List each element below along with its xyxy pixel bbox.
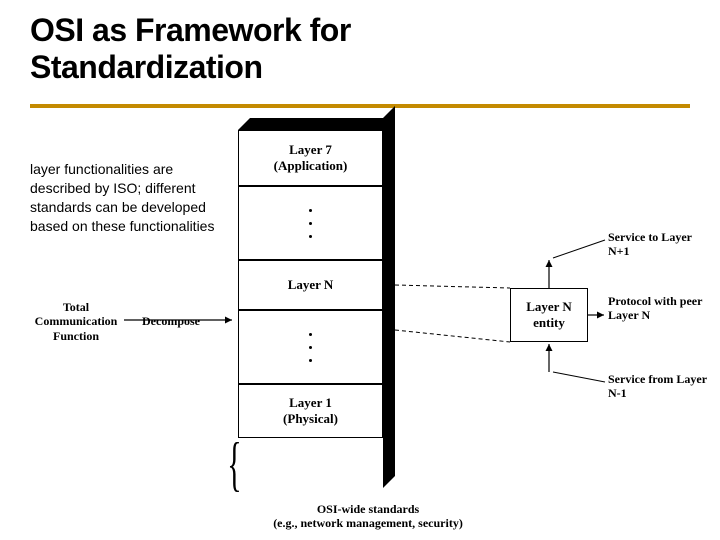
layer-7-label: Layer 7 bbox=[243, 142, 378, 158]
layer-1-sublabel: (Physical) bbox=[243, 411, 378, 427]
layer-n-entity-box: Layer N entity bbox=[510, 288, 588, 342]
title-line-1: OSI as Framework for bbox=[30, 12, 351, 48]
title-line-2: Standardization bbox=[30, 49, 263, 85]
brace-icon: { bbox=[227, 430, 241, 499]
dot-icon bbox=[309, 235, 312, 238]
dot-icon bbox=[309, 346, 312, 349]
bottom-caption: OSI-wide standards (e.g., network manage… bbox=[238, 502, 498, 531]
service-to-label: Service to Layer N+1 bbox=[608, 230, 708, 259]
entity-line-1: Layer N bbox=[511, 299, 587, 315]
title-underline bbox=[30, 104, 690, 108]
stack-3d-side bbox=[383, 106, 395, 488]
description-text: layer functionalities are described by I… bbox=[30, 160, 235, 236]
entity-line-2: entity bbox=[511, 315, 587, 331]
layer-7-sublabel: (Application) bbox=[243, 158, 378, 174]
caption-line-2: (e.g., network management, security) bbox=[273, 516, 463, 530]
service-from-label: Service from Layer N-1 bbox=[608, 372, 713, 401]
stack-3d-top bbox=[238, 118, 395, 130]
caption-line-1: OSI-wide standards bbox=[317, 502, 419, 516]
dot-icon bbox=[309, 359, 312, 362]
upper-ellipsis-box bbox=[238, 186, 383, 260]
layer-n-label: Layer N bbox=[288, 277, 334, 293]
total-communication-label: Total Communication Function bbox=[30, 300, 122, 343]
dot-icon bbox=[309, 209, 312, 212]
lower-ellipsis-box bbox=[238, 310, 383, 384]
layer-1-label: Layer 1 bbox=[243, 395, 378, 411]
decompose-label: Decompose bbox=[142, 314, 222, 328]
dot-icon bbox=[309, 222, 312, 225]
layer-7-box: Layer 7 (Application) bbox=[238, 130, 383, 186]
dot-icon bbox=[309, 333, 312, 336]
osi-stack: Layer 7 (Application) Layer N Layer 1 (P… bbox=[238, 130, 383, 438]
layer-n-box: Layer N bbox=[238, 260, 383, 310]
layer-1-box: Layer 1 (Physical) bbox=[238, 384, 383, 438]
protocol-label: Protocol with peer Layer N bbox=[608, 294, 713, 323]
slide-title: OSI as Framework for Standardization bbox=[0, 0, 720, 86]
